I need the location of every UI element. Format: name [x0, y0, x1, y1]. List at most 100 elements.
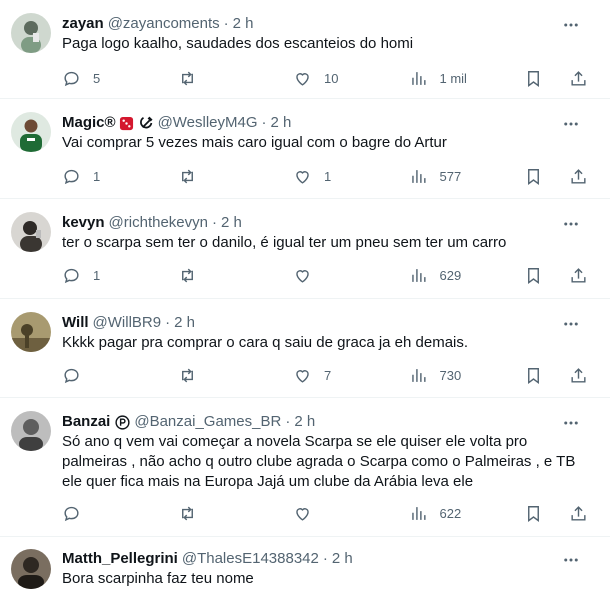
more-options-icon[interactable]	[562, 315, 580, 333]
share-button[interactable]	[569, 69, 588, 88]
avatar[interactable]	[11, 312, 51, 352]
reply-button[interactable]	[62, 366, 122, 385]
bookmark-icon	[528, 505, 539, 522]
reply-button[interactable]	[62, 504, 122, 523]
retweet-button[interactable]	[178, 504, 238, 523]
author-handle[interactable]: @zayancoments	[108, 14, 220, 34]
timestamp[interactable]: 2 h	[174, 313, 195, 333]
reply-button[interactable]: 5	[62, 69, 122, 88]
author-name[interactable]: Magic®	[62, 113, 116, 133]
timestamp[interactable]: 2 h	[221, 213, 242, 233]
view-count: 629	[439, 267, 462, 283]
share-icon	[571, 505, 586, 521]
view-count: 1 mil	[439, 70, 467, 86]
author-name[interactable]: zayan	[62, 14, 104, 34]
views-icon	[411, 71, 426, 85]
timestamp[interactable]: 2 h	[332, 549, 353, 569]
tweet-text: ter o scarpa sem ter o danilo, é igual t…	[62, 234, 507, 251]
avatar[interactable]	[11, 112, 51, 152]
like-button[interactable]	[293, 504, 353, 523]
avatar[interactable]	[11, 411, 51, 451]
timestamp[interactable]: 2 h	[271, 113, 292, 133]
author-handle[interactable]: @Banzai_Games_BR	[134, 412, 281, 432]
bookmark-button[interactable]	[524, 266, 543, 285]
tweet-text: Kkkk pagar pra comprar o cara q saiu de …	[62, 334, 469, 351]
views-icon	[411, 169, 426, 183]
retweet-button[interactable]	[178, 167, 238, 186]
share-button[interactable]	[569, 366, 588, 385]
tweet-text: Vai comprar 5 vezes mais caro igual com …	[62, 134, 447, 151]
tweet[interactable]: Matth_Pellegrini @ThalesE14388342 · 2 h …	[0, 537, 610, 599]
circle-p-icon	[115, 414, 130, 430]
tweet[interactable]: zayan @zayancoments · 2 h Paga logo kaal…	[0, 0, 610, 99]
reply-icon	[64, 268, 79, 283]
share-button[interactable]	[569, 167, 588, 186]
more-options-icon[interactable]	[562, 551, 580, 569]
views-button[interactable]: 1 mil	[409, 69, 469, 88]
retweet-icon	[181, 506, 193, 520]
avatar[interactable]	[11, 13, 51, 53]
author-handle[interactable]: @WeslleyM4G	[158, 113, 258, 133]
tweet-header: Banzai @Banzai_Games_BR · 2 h	[62, 412, 570, 432]
like-button[interactable]: 7	[293, 366, 353, 385]
views-button[interactable]: 577	[409, 167, 469, 186]
tweet-text: Paga logo kaalho, saudades dos escanteio…	[62, 35, 414, 52]
retweet-icon	[181, 368, 193, 382]
heart-icon	[296, 269, 309, 283]
view-count: 730	[439, 367, 462, 383]
action-bar: 1 629	[62, 264, 588, 286]
like-button[interactable]: 1	[293, 167, 353, 186]
author-handle[interactable]: @WillBR9	[93, 313, 162, 333]
bookmark-icon	[528, 367, 539, 384]
like-button[interactable]: 10	[293, 69, 353, 88]
tweet-header: Matth_Pellegrini @ThalesE14388342 · 2 h	[62, 549, 570, 569]
tweet[interactable]: Magic® @WeslleyM4G · 2 h Vai comprar 5 v…	[0, 99, 610, 199]
author-handle[interactable]: @ThalesE14388342	[182, 549, 319, 569]
timestamp[interactable]: 2 h	[294, 412, 315, 432]
tweet[interactable]: Will @WillBR9 · 2 h Kkkk pagar pra compr…	[0, 299, 610, 398]
reply-button[interactable]: 1	[62, 167, 122, 186]
retweet-button[interactable]	[178, 366, 238, 385]
tweet[interactable]: Banzai @Banzai_Games_BR · 2 h Só ano q v…	[0, 398, 610, 537]
share-button[interactable]	[569, 266, 588, 285]
heart-icon	[296, 507, 309, 521]
tweet[interactable]: kevyn @richthekevyn · 2 h ter o scarpa s…	[0, 199, 610, 299]
like-button[interactable]	[293, 266, 353, 285]
avatar[interactable]	[11, 212, 51, 252]
bookmark-icon	[528, 267, 539, 284]
bookmark-button[interactable]	[524, 504, 543, 523]
action-bar: 7 730	[62, 364, 588, 386]
bookmark-button[interactable]	[524, 366, 543, 385]
author-name[interactable]: Matth_Pellegrini	[62, 549, 178, 569]
action-bar: 1 1 577	[62, 165, 588, 187]
more-options-icon[interactable]	[562, 16, 580, 34]
author-handle[interactable]: @richthekevyn	[109, 213, 208, 233]
views-icon	[411, 506, 426, 520]
bookmark-button[interactable]	[524, 167, 543, 186]
author-name[interactable]: Banzai	[62, 412, 110, 432]
views-button[interactable]: 622	[409, 504, 469, 523]
author-name[interactable]: kevyn	[62, 213, 105, 233]
more-options-icon[interactable]	[562, 215, 580, 233]
more-options-icon[interactable]	[562, 115, 580, 133]
more-options-icon[interactable]	[562, 414, 580, 432]
retweet-icon	[181, 169, 193, 183]
tweet-text: Bora scarpinha faz teu nome	[62, 570, 254, 587]
views-button[interactable]: 730	[409, 366, 469, 385]
reply-icon	[64, 169, 79, 184]
retweet-button[interactable]	[178, 69, 238, 88]
separator-dot: ·	[165, 314, 171, 331]
tweet-header: Will @WillBR9 · 2 h	[62, 313, 570, 333]
share-button[interactable]	[569, 504, 588, 523]
separator-dot: ·	[322, 550, 328, 567]
author-name[interactable]: Will	[62, 313, 89, 333]
reply-button[interactable]: 1	[62, 266, 122, 285]
retweet-button[interactable]	[178, 266, 238, 285]
timestamp[interactable]: 2 h	[233, 14, 254, 34]
avatar[interactable]	[11, 549, 51, 589]
bookmark-button[interactable]	[524, 69, 543, 88]
share-icon	[571, 168, 586, 184]
like-count: 10	[324, 70, 339, 86]
views-button[interactable]: 629	[409, 266, 469, 285]
bookmark-icon	[528, 168, 539, 185]
